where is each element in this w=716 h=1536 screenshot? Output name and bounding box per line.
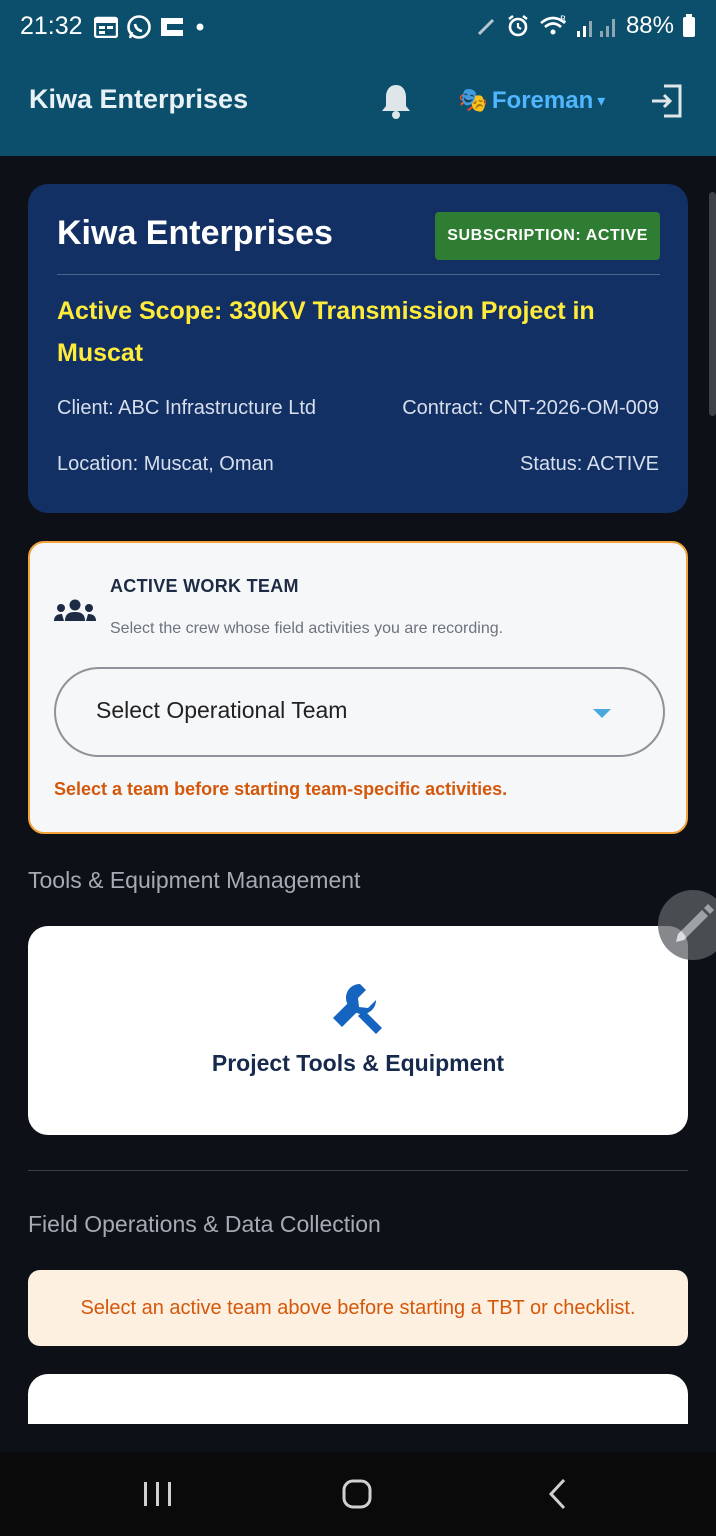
- signal-icon: [576, 19, 615, 37]
- content-edge: [0, 1424, 716, 1452]
- team-card-subtitle: Select the crew whose field activities y…: [110, 620, 504, 637]
- wrench-icon: [333, 984, 382, 1034]
- battery-icon: [683, 14, 695, 37]
- team-card-title: ACTIVE WORK TEAM: [110, 576, 299, 596]
- svg-text:R: R: [560, 15, 566, 25]
- pen-icon: [477, 18, 495, 36]
- system-navigation-bar: [0, 1452, 716, 1536]
- role-label: Foreman: [491, 86, 594, 114]
- operational-team-select[interactable]: Select Operational Team: [54, 667, 665, 757]
- notification-bell-icon[interactable]: [380, 82, 412, 120]
- select-placeholder: Select Operational Team: [96, 697, 348, 723]
- divider: [57, 274, 660, 275]
- notice-text: Select an active team above before start…: [80, 1296, 636, 1319]
- whatsapp-icon: [127, 15, 151, 39]
- back-icon[interactable]: [538, 1474, 578, 1514]
- wifi-icon: R: [540, 15, 566, 35]
- active-scope: Active Scope: 330KV Transmission Project…: [57, 297, 595, 367]
- project-status: Status: ACTIVE: [520, 453, 659, 475]
- calendar-icon: [94, 16, 118, 38]
- location-info: Location: Muscat, Oman: [57, 453, 274, 475]
- chevron-down-icon: ▾: [597, 92, 606, 110]
- app-header: 21:32 R 88% Kiwa Enterprises 🎭 Foreman ▾: [0, 0, 716, 156]
- app-icon: [161, 18, 183, 36]
- role-switcher[interactable]: 🎭 Foreman ▾: [458, 86, 605, 115]
- status-time: 21:32: [20, 12, 83, 40]
- project-tools-card[interactable]: Project Tools & Equipment: [28, 926, 688, 1135]
- alarm-icon: [508, 15, 528, 37]
- company-card: Kiwa Enterprises SUBSCRIPTION: ACTIVE Ac…: [28, 184, 688, 513]
- recent-apps-icon[interactable]: [138, 1474, 178, 1514]
- status-left-icons: [94, 14, 208, 40]
- edit-fab-button[interactable]: [658, 890, 716, 960]
- section-divider: [28, 1170, 688, 1171]
- active-work-team-card: ACTIVE WORK TEAM Select the crew whose f…: [28, 541, 688, 834]
- group-icon: [54, 599, 96, 621]
- status-bar: 21:32 R 88%: [0, 0, 716, 56]
- theater-masks-icon: 🎭: [458, 87, 488, 114]
- team-required-notice: Select an active team above before start…: [28, 1270, 688, 1346]
- company-name: Kiwa Enterprises: [57, 214, 333, 252]
- field-section-title: Field Operations & Data Collection: [28, 1211, 381, 1237]
- subscription-badge: SUBSCRIPTION: ACTIVE: [435, 212, 660, 260]
- pencil-icon: [676, 904, 714, 942]
- project-tools-label: Project Tools & Equipment: [211, 1050, 505, 1076]
- status-right-icons: R 88%: [476, 12, 696, 40]
- contract-info: Contract: CNT-2026-OM-009: [402, 397, 659, 419]
- scrollbar[interactable]: [709, 192, 716, 416]
- battery-percentage: 88%: [625, 12, 674, 39]
- dropdown-arrow-icon: [593, 709, 611, 718]
- home-icon[interactable]: [337, 1474, 377, 1514]
- team-warning: Select a team before starting team-speci…: [54, 779, 508, 799]
- tools-section-title: Tools & Equipment Management: [28, 867, 361, 893]
- logout-icon[interactable]: [650, 84, 684, 118]
- dot-icon: [196, 23, 204, 31]
- app-bar-title: Kiwa Enterprises: [29, 84, 249, 114]
- client-info: Client: ABC Infrastructure Ltd: [57, 397, 317, 419]
